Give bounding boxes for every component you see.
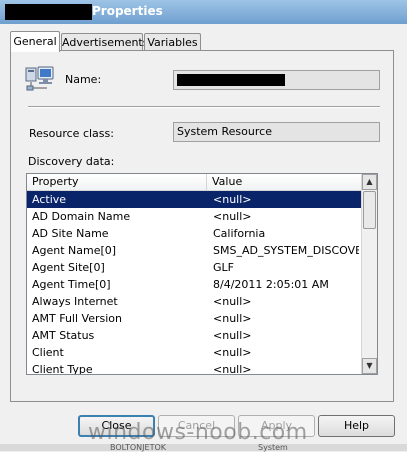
table-row[interactable]: AMT Full Version <null> bbox=[27, 310, 361, 327]
help-button[interactable]: Help bbox=[318, 415, 395, 437]
property-cell: AMT Status bbox=[32, 329, 95, 342]
property-cell: Active bbox=[32, 193, 67, 206]
name-field[interactable] bbox=[173, 70, 380, 90]
scroll-thumb[interactable] bbox=[363, 191, 376, 229]
column-header-property[interactable]: Property bbox=[27, 174, 207, 190]
value-cell: <null> bbox=[213, 193, 252, 206]
table-row[interactable]: Active <null> bbox=[27, 191, 361, 208]
computer-network-icon bbox=[25, 66, 54, 91]
redacted-title-block bbox=[5, 4, 92, 20]
separator bbox=[28, 106, 380, 108]
table-row[interactable]: Agent Time[0] 8/4/2011 2:05:01 AM bbox=[27, 276, 361, 293]
value-cell: <null> bbox=[213, 329, 252, 342]
value-cell: <null> bbox=[213, 363, 252, 375]
vertical-scrollbar[interactable]: ▲ ▼ bbox=[361, 174, 377, 374]
property-cell: Client bbox=[32, 346, 64, 359]
cancel-button[interactable]: Cancel bbox=[158, 415, 235, 437]
table-row[interactable]: Client <null> bbox=[27, 344, 361, 361]
redacted-name bbox=[177, 74, 285, 86]
table-row[interactable]: Client Type <null> bbox=[27, 361, 361, 375]
table-row[interactable]: Always Internet <null> bbox=[27, 293, 361, 310]
property-cell: Agent Name[0] bbox=[32, 244, 117, 257]
property-cell: Always Internet bbox=[32, 295, 118, 308]
apply-button[interactable]: Apply bbox=[238, 415, 315, 437]
tab-general[interactable]: General bbox=[10, 31, 60, 52]
column-header-value[interactable]: Value bbox=[207, 174, 361, 190]
scroll-down-icon[interactable]: ▼ bbox=[362, 358, 377, 374]
value-cell: <null> bbox=[213, 295, 252, 308]
value-cell: <null> bbox=[213, 210, 252, 223]
discovery-data-label: Discovery data: bbox=[28, 155, 115, 168]
value-cell: 8/4/2011 2:05:01 AM bbox=[213, 278, 329, 291]
table-row[interactable]: Agent Name[0] SMS_AD_SYSTEM_DISCOVERY_ bbox=[27, 242, 361, 259]
table-row[interactable]: AD Domain Name <null> bbox=[27, 208, 361, 225]
value-cell: California bbox=[213, 227, 266, 240]
tab-advertisements[interactable]: Advertisements bbox=[61, 33, 148, 51]
property-cell: Agent Site[0] bbox=[32, 261, 105, 274]
name-label: Name: bbox=[65, 73, 102, 86]
property-cell: AMT Full Version bbox=[32, 312, 122, 325]
property-cell: Agent Time[0] bbox=[32, 278, 111, 291]
close-button[interactable]: Close bbox=[78, 415, 155, 437]
title-bar[interactable]: Properties bbox=[0, 0, 407, 25]
table-row[interactable]: AD Site Name California bbox=[27, 225, 361, 242]
property-cell: AD Site Name bbox=[32, 227, 109, 240]
discovery-data-list[interactable]: Property Value Active <null> AD Domain Nam… bbox=[26, 173, 378, 375]
value-cell: <null> bbox=[213, 312, 252, 325]
property-cell: AD Domain Name bbox=[32, 210, 131, 223]
resource-class-label: Resource class: bbox=[29, 127, 114, 140]
list-header: Property Value bbox=[27, 174, 361, 191]
table-row[interactable]: AMT Status <null> bbox=[27, 327, 361, 344]
value-cell: SMS_AD_SYSTEM_DISCOVERY_ bbox=[213, 244, 359, 257]
table-row[interactable]: Agent Site[0] GLF bbox=[27, 259, 361, 276]
background-window-strip bbox=[0, 444, 407, 451]
resource-class-field[interactable]: System Resource bbox=[173, 122, 380, 142]
scroll-up-icon[interactable]: ▲ bbox=[362, 174, 377, 190]
value-cell: GLF bbox=[213, 261, 234, 274]
value-cell: <null> bbox=[213, 346, 252, 359]
property-cell: Client Type bbox=[32, 363, 93, 375]
window-title: Properties bbox=[92, 4, 163, 18]
tab-variables[interactable]: Variables bbox=[144, 33, 201, 51]
list-rows: Active <null> AD Domain Name <null> AD Site … bbox=[27, 191, 361, 375]
